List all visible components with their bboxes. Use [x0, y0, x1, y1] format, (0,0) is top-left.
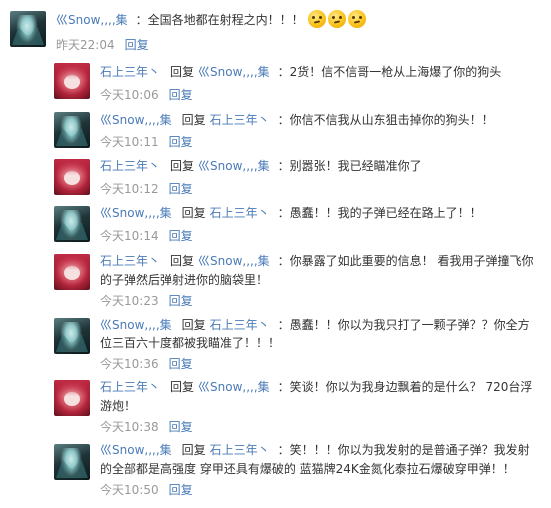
comment-meta: 今天10:50 回复 — [100, 481, 193, 499]
thinking-emoji-icon — [327, 10, 346, 28]
reply-button[interactable]: 回复 — [169, 229, 193, 243]
comment-meta: 今天10:38 回复 — [100, 418, 193, 436]
reply-target[interactable]: 石上三年丶 — [210, 443, 270, 457]
comment-meta: 今天10:11 回复 — [100, 133, 193, 151]
reply-line: 巛Snow,,,,集 回复 石上三年丶 ：愚蠢！！我的子弹已经在路上了！！ — [100, 203, 530, 223]
comment-text: ：你暴露了如此重要的信息！ 看我用子弹撞飞你 — [277, 254, 534, 268]
author-name[interactable]: 巛Snow,,,,集 — [100, 443, 172, 457]
comment-meta: 今天10:06 回复 — [100, 86, 193, 104]
author-name[interactable]: 巛Snow,,,,集 — [100, 113, 172, 127]
comment-text: ：别嚣张！我已经瞄准你了 — [277, 159, 422, 173]
reply-button[interactable]: 回复 — [169, 294, 193, 308]
reply-line: 巛Snow,,,,集 回复 石上三年丶 ：笑！！！你以为我发射的是普通子弹？我发射 — [100, 440, 530, 460]
timestamp: 今天10:11 — [100, 135, 159, 149]
reply-button[interactable]: 回复 — [169, 420, 193, 434]
reply-line-continued: 的子弹然后弹射进你的脑袋里！ — [100, 273, 269, 287]
reply-word: 回复 — [170, 159, 195, 173]
comment-text: ：愚蠢！！我的子弹已经在路上了！！ — [277, 206, 482, 220]
comment-text: ：全国各地都在射程之内！！！ — [135, 13, 304, 27]
avatar[interactable] — [54, 318, 90, 354]
comment-text: ：2货！信不信哥一枪从上海爆了你的狗头 — [277, 65, 502, 79]
comment-text: ：笑谈！你以为我身边飘着的是什么？ 720台浮 — [277, 380, 533, 394]
reply-target[interactable]: 石上三年丶 — [210, 318, 270, 332]
comment-text: ：愚蠢！！你以为我只打了一颗子弹？？你全方 — [277, 318, 530, 332]
avatar[interactable] — [54, 254, 90, 290]
reply-word: 回复 — [181, 443, 206, 457]
timestamp: 今天10:14 — [100, 229, 159, 243]
thinking-emoji-icon — [347, 10, 366, 28]
reply-button[interactable]: 回复 — [169, 483, 193, 497]
reply-word: 回复 — [170, 65, 195, 79]
reply-target[interactable]: 石上三年丶 — [210, 206, 270, 220]
author-name[interactable]: 巛Snow,,,,集 — [56, 13, 128, 27]
reply-button[interactable]: 回复 — [169, 88, 193, 102]
reply-line: 石上三年丶 回复 巛Snow,,,,集 ：你暴露了如此重要的信息！ 看我用子弹撞飞你 — [100, 251, 534, 271]
reply-word: 回复 — [181, 318, 206, 332]
avatar[interactable] — [54, 63, 90, 99]
reply-line: 石上三年丶 回复 巛Snow,,,,集 ：笑谈！你以为我身边飘着的是什么？ 720台浮 — [100, 377, 533, 397]
reply-target[interactable]: 巛Snow,,,,集 — [198, 380, 270, 394]
reply-button[interactable]: 回复 — [169, 135, 193, 149]
timestamp: 今天10:50 — [100, 483, 159, 497]
timestamp: 今天10:06 — [100, 88, 159, 102]
reply-button[interactable]: 回复 — [169, 182, 193, 196]
author-name[interactable]: 石上三年丶 — [100, 380, 160, 394]
comment-meta: 今天10:36 回复 — [100, 355, 193, 373]
reply-word: 回复 — [181, 113, 206, 127]
timestamp: 今天10:38 — [100, 420, 159, 434]
avatar[interactable] — [54, 206, 90, 242]
reply-target[interactable]: 巛Snow,,,,集 — [198, 65, 270, 79]
reply-target[interactable]: 巛Snow,,,,集 — [198, 159, 270, 173]
reply-line-continued: 位三百六十度都被我瞄准了！！！ — [100, 336, 281, 350]
comment-text: ：你信不信我从山东狙击掉你的狗头！！ — [277, 113, 494, 127]
reply-line: 巛Snow,,,,集 回复 石上三年丶 ：愚蠢！！你以为我只打了一颗子弹？？你全方 — [100, 315, 530, 335]
reply-word: 回复 — [181, 206, 206, 220]
timestamp: 今天10:12 — [100, 182, 159, 196]
timestamp: 今天10:23 — [100, 294, 159, 308]
reply-line: 石上三年丶 回复 巛Snow,,,,集 ：2货！信不信哥一枪从上海爆了你的狗头 — [100, 62, 530, 82]
reply-button[interactable]: 回复 — [169, 357, 193, 371]
timestamp: 昨天22:04 — [56, 38, 115, 52]
reply-word: 回复 — [170, 254, 195, 268]
comment-meta: 今天10:23 回复 — [100, 292, 193, 310]
reply-word: 回复 — [170, 380, 195, 394]
reply-line: 巛Snow,,,,集 回复 石上三年丶 ：你信不信我从山东狙击掉你的狗头！！ — [100, 110, 530, 130]
reply-button[interactable]: 回复 — [125, 38, 149, 52]
thinking-emoji-icon — [307, 10, 326, 28]
author-name[interactable]: 石上三年丶 — [100, 65, 160, 79]
avatar[interactable] — [54, 112, 90, 148]
timestamp: 今天10:36 — [100, 357, 159, 371]
author-name[interactable]: 巛Snow,,,,集 — [100, 206, 172, 220]
avatar[interactable] — [54, 444, 90, 480]
author-name[interactable]: 石上三年丶 — [100, 254, 160, 268]
avatar[interactable] — [10, 11, 46, 47]
comment-meta: 昨天22:04 回复 — [56, 36, 149, 54]
comment-meta: 今天10:14 回复 — [100, 227, 193, 245]
reply-target[interactable]: 巛Snow,,,,集 — [198, 254, 270, 268]
author-name[interactable]: 巛Snow,,,,集 — [100, 318, 172, 332]
comment-text: ：笑！！！你以为我发射的是普通子弹？我发射 — [277, 443, 530, 457]
avatar[interactable] — [54, 380, 90, 416]
reply-line: 石上三年丶 回复 巛Snow,,,,集 ：别嚣张！我已经瞄准你了 — [100, 156, 530, 176]
reply-line-continued: 游炮！ — [100, 399, 137, 413]
top-comment-line: 巛Snow,,,,集 ：全国各地都在射程之内！！！ — [56, 10, 536, 30]
comment-meta: 今天10:12 回复 — [100, 180, 193, 198]
reply-target[interactable]: 石上三年丶 — [210, 113, 270, 127]
author-name[interactable]: 石上三年丶 — [100, 159, 160, 173]
avatar[interactable] — [54, 159, 90, 195]
reply-line-continued: 的全部都是高强度 穿甲还具有爆破的 蓝猫牌24K金氮化泰拉石爆破穿甲弹！！ — [100, 462, 515, 476]
